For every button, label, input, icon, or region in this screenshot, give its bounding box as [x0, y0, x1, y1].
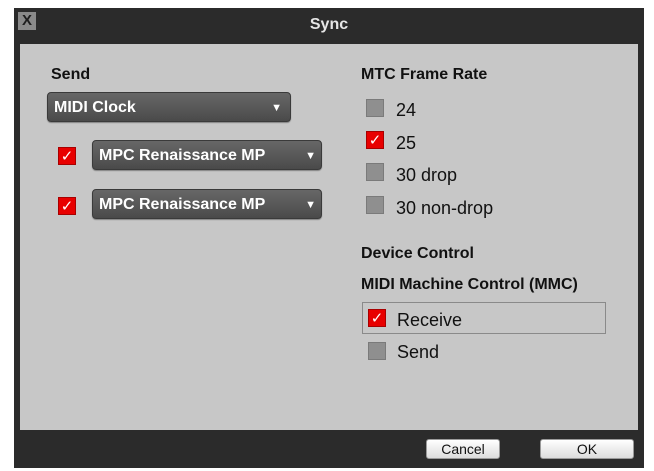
output-1-device-value: MPC Renaissance MP — [99, 147, 266, 164]
ok-button[interactable]: OK — [540, 439, 634, 459]
sync-settings-panel: Send MIDI Clock ▼ ✓ MPC Renaissance MP ▼… — [20, 44, 638, 430]
frame-rate-25-label: 25 — [396, 133, 417, 153]
frame-rate-25-checkbox[interactable]: ✓ — [366, 131, 384, 149]
title-bar: X Sync — [14, 8, 644, 44]
mmc-heading: MIDI Machine Control (MMC) — [361, 276, 578, 293]
output-2-device-value: MPC Renaissance MP — [99, 196, 266, 213]
send-heading: Send — [51, 66, 91, 83]
chevron-down-icon: ▼ — [271, 102, 282, 114]
frame-rate-30-non-drop-label: 30 non-drop — [396, 198, 494, 218]
frame-rate-30-non-drop-checkbox[interactable] — [366, 196, 384, 214]
frame-rate-24-label: 24 — [396, 100, 417, 120]
output-1-checkbox[interactable]: ✓ — [58, 147, 76, 165]
output-2-device-dropdown[interactable]: MPC Renaissance MP ▼ — [92, 189, 322, 219]
frame-rate-30-drop-checkbox[interactable] — [366, 163, 384, 181]
mtc-frame-rate-heading: MTC Frame Rate — [361, 66, 488, 83]
sync-dialog: X Sync Send MIDI Clock ▼ ✓ MPC Renaissan… — [14, 8, 644, 468]
chevron-down-icon: ▼ — [305, 199, 316, 211]
device-control-heading: Device Control — [361, 245, 474, 262]
chevron-down-icon: ▼ — [305, 150, 316, 162]
dialog-title: Sync — [309, 16, 349, 33]
mmc-send-checkbox[interactable] — [368, 342, 386, 360]
mmc-send-label: Send — [397, 342, 440, 362]
send-mode-dropdown[interactable]: MIDI Clock ▼ — [47, 92, 291, 122]
output-2-checkbox[interactable]: ✓ — [58, 197, 76, 215]
output-1-device-dropdown[interactable]: MPC Renaissance MP ▼ — [92, 140, 322, 170]
cancel-button[interactable]: Cancel — [426, 439, 500, 459]
frame-rate-24-checkbox[interactable] — [366, 99, 384, 117]
send-mode-value: MIDI Clock — [54, 99, 136, 116]
mmc-receive-checkbox[interactable]: ✓ — [368, 309, 386, 327]
mmc-receive-label: Receive — [397, 310, 463, 330]
frame-rate-30-drop-label: 30 drop — [396, 165, 458, 185]
